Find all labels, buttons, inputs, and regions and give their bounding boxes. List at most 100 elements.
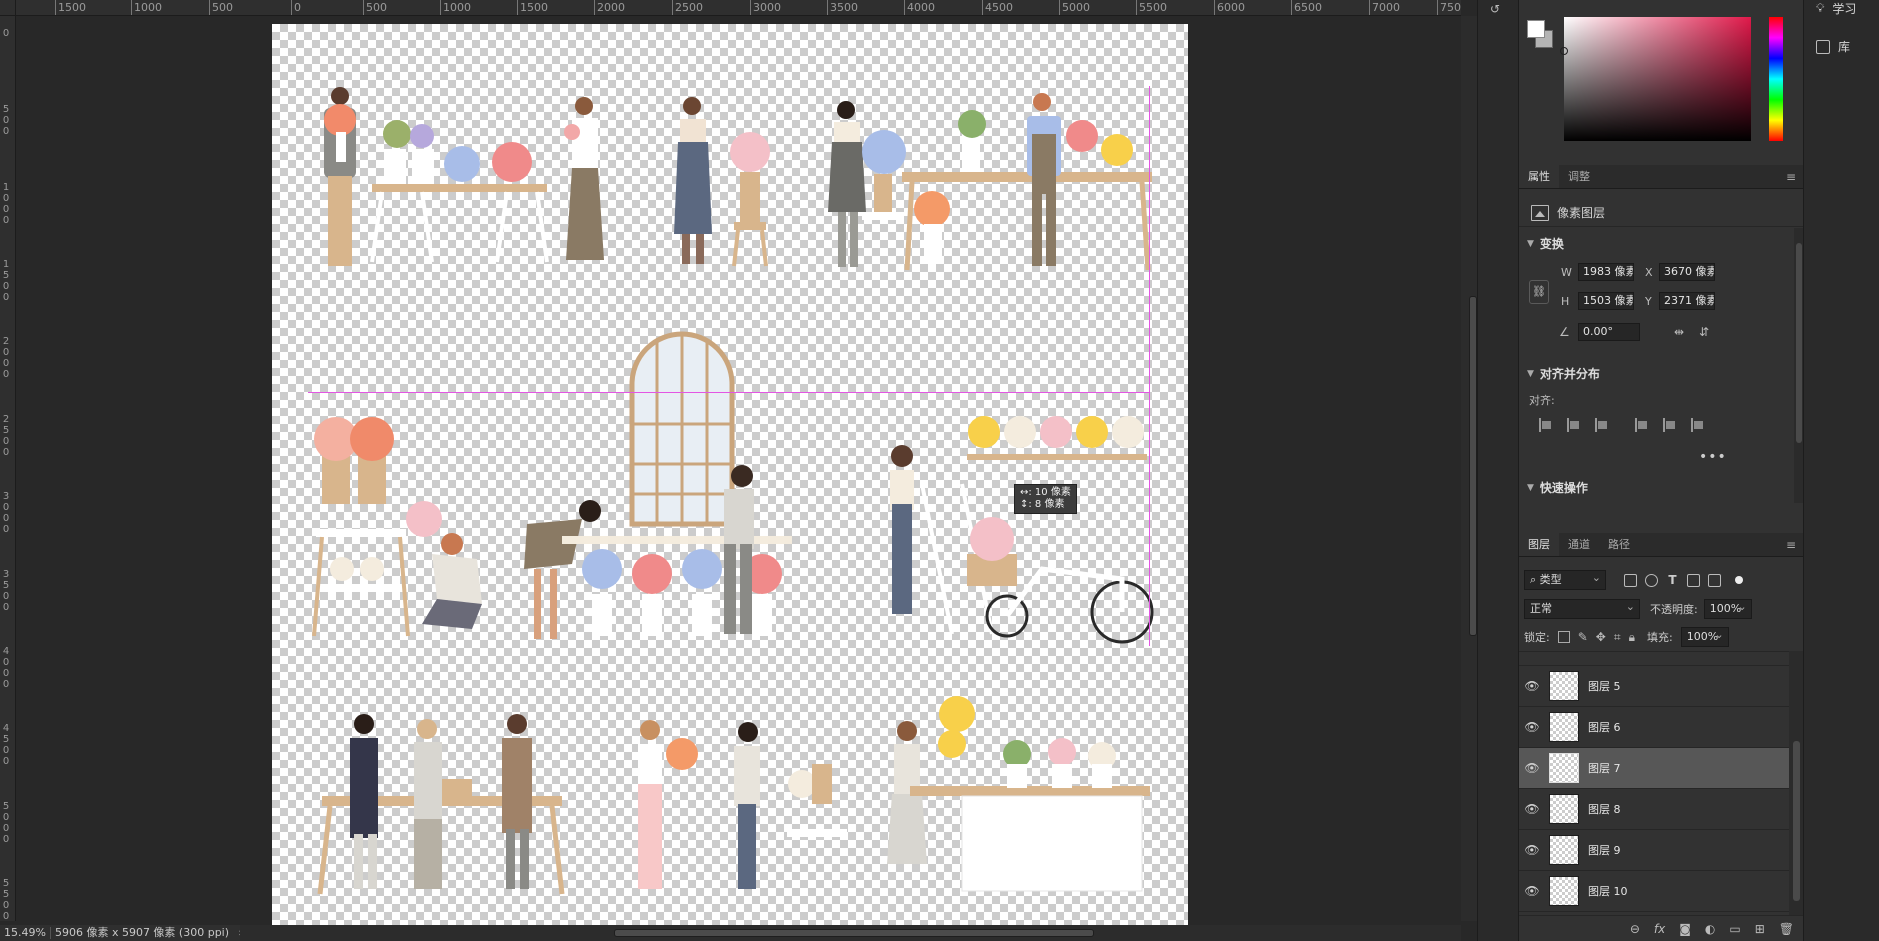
tab-channels[interactable]: 通道 [1559, 533, 1599, 556]
visibility-eye-icon[interactable]: 👁︎ [1519, 720, 1545, 734]
canvas-vertical-scrollbar[interactable] [1461, 16, 1477, 921]
height-label: H [1561, 295, 1570, 308]
x-position-field[interactable]: 3670 像素 [1659, 263, 1715, 281]
layer-name[interactable]: 图层 10 [1588, 883, 1628, 899]
align-label: 对齐: [1529, 394, 1555, 407]
transform-section-header[interactable]: ▼ 变换 [1527, 235, 1564, 252]
history-icon[interactable]: ↺ [1490, 2, 1508, 16]
width-field[interactable]: 1983 像素 [1578, 263, 1634, 281]
layer-name[interactable]: 图层 9 [1588, 842, 1621, 858]
y-position-field[interactable]: 2371 像素 [1659, 292, 1715, 310]
scroll-thumb[interactable] [614, 929, 1094, 937]
layer-row[interactable]: 👁︎ 图层 8 [1519, 789, 1789, 830]
tab-adjustments[interactable]: 调整 [1559, 165, 1599, 188]
adjustment-layer-icon[interactable]: ◐ [1705, 922, 1715, 936]
lock-image-icon[interactable]: ✎ [1578, 630, 1588, 644]
florist-figure [828, 101, 950, 267]
layer-row-selected[interactable]: 👁︎ 图层 7 [1519, 748, 1789, 789]
flower-table [370, 120, 549, 263]
visibility-eye-icon[interactable]: 👁︎ [1519, 802, 1545, 816]
add-mask-icon[interactable]: ◙ [1679, 922, 1691, 936]
visibility-eye-icon[interactable]: 👁︎ [1519, 884, 1545, 898]
height-field[interactable]: 1503 像素 [1578, 292, 1634, 310]
visibility-eye-icon[interactable]: 👁︎ [1519, 843, 1545, 857]
width-label: W [1561, 266, 1572, 279]
layer-filter-row: ⌕ 类型 T [1519, 567, 1804, 593]
rotation-angle-field[interactable]: 0.00° [1578, 323, 1640, 341]
quick-actions-section-header[interactable]: ▼ 快速操作 [1527, 479, 1588, 496]
learn-panel-button[interactable]: 💡︎ 学习 [1816, 0, 1856, 17]
opacity-label: 不透明度: [1650, 603, 1698, 616]
blend-mode-dropdown[interactable]: 正常 [1524, 598, 1640, 619]
new-group-icon[interactable]: ▭ [1729, 922, 1740, 936]
color-field[interactable] [1560, 17, 1751, 141]
tab-properties[interactable]: 属性 [1519, 165, 1559, 188]
tab-paths[interactable]: 路径 [1599, 533, 1639, 556]
florist-figure [422, 533, 482, 629]
zoom-level[interactable]: 15.49% [4, 926, 46, 939]
opacity-field[interactable]: 100% [1703, 598, 1752, 619]
link-dimensions-button[interactable]: ⛓ [1529, 280, 1549, 304]
lock-position-icon[interactable]: ✥ [1596, 630, 1606, 644]
ruler-tick: 2 5 0 0 [2, 414, 10, 458]
scroll-thumb[interactable] [1796, 243, 1802, 443]
document-canvas[interactable]: ↔: 10 像素 ↕: 8 像素 [272, 24, 1188, 925]
fill-field[interactable]: 100% [1680, 626, 1729, 647]
align-horizontal-center-icon[interactable] [1567, 418, 1581, 432]
panel-menu-icon[interactable]: ≡ [1786, 533, 1804, 556]
filter-toggle-icon[interactable] [1735, 576, 1743, 584]
align-left-icon[interactable] [1539, 418, 1553, 432]
panel-menu-icon[interactable]: ≡ [1786, 165, 1804, 188]
visibility-eye-icon[interactable]: 👁︎ [1519, 761, 1545, 775]
layer-filter-dropdown[interactable]: ⌕ 类型 [1524, 569, 1606, 590]
align-right-icon[interactable] [1595, 418, 1609, 432]
florist-illustration [312, 87, 1154, 895]
layer-row[interactable] [1519, 652, 1789, 666]
document-workspace[interactable]: 1500 1000 500 0 500 1000 1500 2000 2500 … [0, 0, 1477, 941]
layer-name[interactable]: 图层 5 [1588, 678, 1621, 694]
new-layer-icon[interactable]: ⊞ [1755, 922, 1765, 936]
foreground-color-swatch[interactable] [1527, 20, 1545, 38]
flip-vertical-icon[interactable]: ⇵ [1699, 325, 1709, 339]
pixel-filter-icon[interactable] [1624, 573, 1637, 587]
tab-layers[interactable]: 图层 [1519, 533, 1559, 556]
scroll-thumb[interactable] [1793, 741, 1800, 901]
visibility-eye-icon[interactable]: 👁︎ [1519, 679, 1545, 693]
lock-transparency-icon[interactable] [1557, 631, 1570, 643]
layer-row[interactable]: 👁︎ 图层 6 [1519, 707, 1789, 748]
hue-slider[interactable] [1769, 17, 1783, 141]
guide-line-horizontal[interactable] [308, 392, 1150, 393]
layer-style-fx-icon[interactable]: fx [1654, 922, 1665, 936]
link-layers-icon[interactable]: ⊖ [1630, 922, 1640, 936]
ruler-origin[interactable] [0, 0, 16, 16]
layers-scrollbar[interactable] [1789, 651, 1804, 915]
shape-filter-icon[interactable] [1687, 573, 1700, 587]
canvas-horizontal-scrollbar[interactable] [240, 925, 1461, 941]
layer-row[interactable]: 👁︎ 图层 9 [1519, 830, 1789, 871]
align-top-icon[interactable] [1635, 418, 1649, 432]
panel-stack: 属性 调整 ≡ 像素图层 ▼ 变换 ⛓ W 1983 像素 X 3670 像素 … [1518, 0, 1804, 941]
layer-name[interactable]: 图层 7 [1588, 760, 1621, 776]
library-panel-button[interactable]: 库 [1816, 38, 1850, 55]
guide-line-vertical[interactable] [1149, 86, 1150, 646]
type-filter-icon[interactable]: T [1666, 573, 1679, 587]
horizontal-ruler[interactable]: 1500 1000 500 0 500 1000 1500 2000 2500 … [16, 0, 1461, 16]
vertical-ruler[interactable]: 0 5 0 0 1 0 0 0 1 5 0 0 2 0 0 0 2 5 0 0 … [0, 16, 16, 921]
color-picker-ring[interactable] [1560, 47, 1568, 55]
lock-artboard-icon[interactable]: ⌗ [1614, 630, 1621, 645]
adjustment-filter-icon[interactable] [1645, 573, 1658, 587]
layer-name[interactable]: 图层 8 [1588, 801, 1621, 817]
flip-horizontal-icon[interactable]: ⇹ [1674, 325, 1684, 339]
align-vertical-center-icon[interactable] [1663, 418, 1677, 432]
layer-row[interactable]: 👁︎ 图层 10 [1519, 871, 1789, 912]
layer-row[interactable]: 👁︎ 图层 5 [1519, 666, 1789, 707]
layer-name[interactable]: 图层 6 [1588, 719, 1621, 735]
align-bottom-icon[interactable] [1691, 418, 1705, 432]
more-options-icon[interactable]: ••• [1699, 449, 1727, 465]
tooltip-horizontal-distance: ↔: 10 像素 [1020, 487, 1071, 498]
smart-object-filter-icon[interactable] [1708, 573, 1721, 587]
scroll-thumb[interactable] [1469, 296, 1477, 636]
delete-layer-icon[interactable]: 🗑︎ [1779, 922, 1794, 936]
lock-all-icon[interactable]: 🔒︎ [1629, 630, 1635, 645]
align-section-header[interactable]: ▼ 对齐并分布 [1527, 365, 1600, 382]
